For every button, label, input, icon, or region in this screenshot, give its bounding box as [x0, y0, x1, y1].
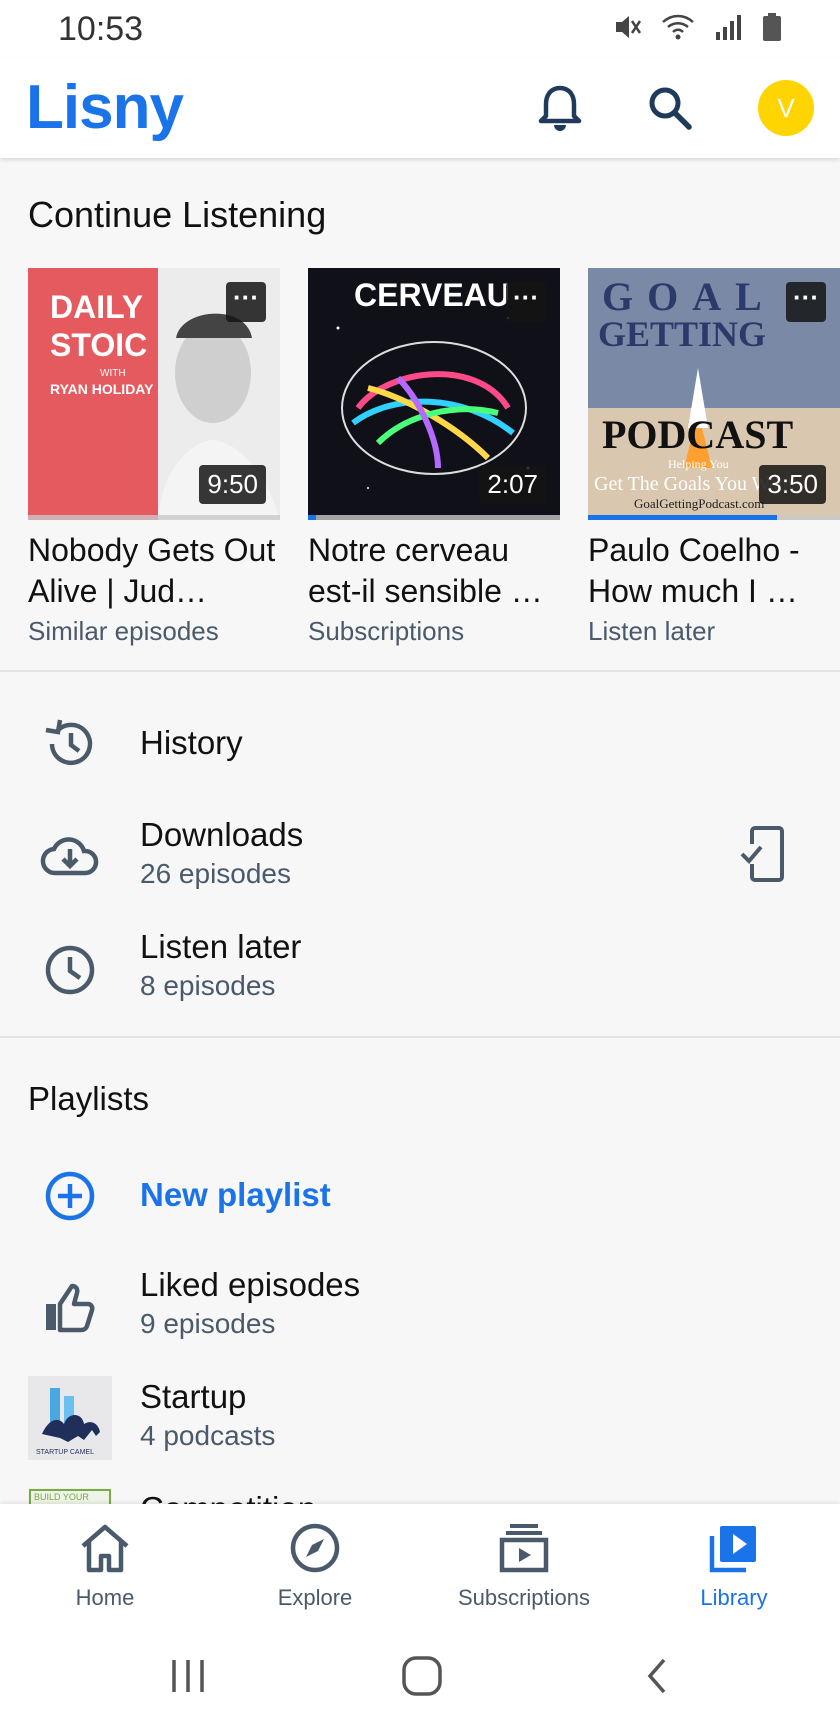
nav-subscriptions[interactable]: Subscriptions [424, 1522, 624, 1611]
nav-label: Home [75, 1585, 135, 1610]
art-text: RYAN HOLIDAY [50, 381, 154, 397]
continue-listening-carousel[interactable]: DAILY STOIC WITH RYAN HOLIDAY ··· 9:50 N… [0, 268, 840, 648]
library-icon [709, 1526, 756, 1573]
app-logo[interactable]: Lisny [26, 72, 184, 143]
episode-source: Listen later [588, 616, 716, 646]
art-text: STOIC [50, 327, 147, 363]
app-header: Lisny V [0, 58, 840, 158]
clock-icon [38, 938, 102, 1002]
cloud-download-icon [38, 826, 102, 890]
notifications-button[interactable] [530, 78, 590, 138]
episode-title: Notre cerveau est-il sensible … [308, 532, 543, 609]
home-circle-icon [402, 1656, 442, 1696]
episode-card[interactable]: CERVEAU ··· 2:07 Notre cerveau est-il se… [308, 268, 560, 647]
episode-source: Similar episodes [28, 616, 219, 646]
divider [0, 1036, 840, 1038]
episode-title: Paulo Coelho - How much I … [588, 532, 800, 609]
device-check-icon [740, 826, 784, 882]
bell-icon [538, 85, 582, 131]
wifi-icon [662, 14, 694, 40]
art-text: PODCAST [602, 412, 793, 457]
battery-icon [763, 13, 781, 41]
nav-explore[interactable]: Explore [215, 1522, 415, 1611]
avatar[interactable]: V [758, 80, 814, 136]
nav-label: Subscriptions [457, 1585, 591, 1610]
new-playlist-row[interactable]: New playlist [0, 1146, 840, 1246]
home-icon [81, 1524, 129, 1573]
thumbs-up-icon [38, 1276, 102, 1340]
new-playlist-label: New playlist [140, 1176, 331, 1213]
status-icons [612, 12, 782, 42]
recent-apps-button[interactable] [168, 1654, 208, 1698]
episode-artwork: CERVEAU ··· 2:07 [308, 268, 560, 520]
listen-later-row[interactable]: Listen later 8 episodes [0, 918, 840, 1018]
more-options-button[interactable]: ··· [226, 282, 266, 322]
device-sync-button[interactable] [738, 824, 794, 884]
signal-icon [716, 15, 741, 40]
recent-apps-icon [172, 1660, 204, 1692]
art-text: BUILD YOUR [34, 1492, 89, 1502]
history-label: History [140, 724, 243, 761]
progress-bar [588, 515, 840, 520]
nav-label: Explore [277, 1585, 353, 1610]
art-text: GoalGettingPodcast.com [634, 496, 764, 511]
subscriptions-icon [499, 1524, 549, 1573]
episode-artwork: DAILY STOIC WITH RYAN HOLIDAY ··· 9:50 [28, 268, 280, 520]
episode-title: Nobody Gets Out Alive | Jud… [28, 532, 276, 609]
history-row[interactable]: History [0, 694, 840, 794]
nav-home[interactable]: Home [5, 1522, 205, 1611]
playlist-startup-row[interactable]: STARTUP CAMEL Startup 4 podcasts [0, 1368, 840, 1468]
listen-later-label: Listen later [140, 928, 302, 965]
progress-bar [308, 515, 560, 520]
duration-badge: 3:50 [759, 465, 826, 504]
listen-later-count: 8 episodes [140, 970, 276, 1001]
more-options-button[interactable]: ··· [786, 282, 826, 322]
art-text: STARTUP CAMEL [36, 1449, 94, 1456]
search-icon [649, 87, 692, 130]
search-button[interactable] [640, 78, 700, 138]
more-options-button[interactable]: ··· [506, 282, 546, 322]
liked-episodes-row[interactable]: Liked episodes 9 episodes [0, 1256, 840, 1356]
playlist-count: 9 episodes [140, 1308, 276, 1339]
progress-bar [28, 515, 280, 520]
duration-badge: 2:07 [479, 465, 546, 504]
back-button[interactable] [640, 1654, 676, 1698]
system-nav-bar [0, 1624, 840, 1728]
art-text: WITH [100, 368, 126, 379]
art-text: GETTING [598, 314, 766, 354]
playlist-label: Startup [140, 1378, 247, 1415]
downloads-row[interactable]: Downloads 26 episodes [0, 806, 840, 906]
history-icon [38, 712, 102, 776]
mute-icon [616, 16, 642, 38]
playlist-label: Liked episodes [140, 1266, 361, 1303]
playlist-artwork: STARTUP CAMEL [28, 1376, 112, 1460]
downloads-count: 26 episodes [140, 858, 292, 889]
status-bar: 10:53 [0, 0, 840, 58]
episode-artwork: GOAL GETTING PODCAST Helping You Get The… [588, 268, 840, 520]
duration-badge: 9:50 [199, 465, 266, 504]
episode-source: Subscriptions [308, 616, 465, 646]
art-text: GOAL [602, 274, 776, 319]
back-chevron-icon [647, 1658, 666, 1694]
art-text: CERVEAU [354, 277, 510, 313]
bottom-nav: Home Explore Subscriptions Library [0, 1504, 840, 1624]
add-circle-icon [38, 1164, 102, 1228]
playlists-title: Playlists [28, 1080, 150, 1117]
episode-card[interactable]: DAILY STOIC WITH RYAN HOLIDAY ··· 9:50 N… [28, 268, 280, 647]
episode-card[interactable]: GOAL GETTING PODCAST Helping You Get The… [588, 268, 840, 647]
divider [0, 670, 840, 672]
continue-listening-title: Continue Listening [28, 194, 327, 235]
downloads-label: Downloads [140, 816, 304, 853]
nav-label: Library [700, 1585, 768, 1610]
status-time: 10:53 [58, 10, 144, 48]
art-text: DAILY [50, 289, 143, 325]
art-text: Helping You [668, 457, 729, 471]
nav-library[interactable]: Library [634, 1522, 834, 1611]
home-system-button[interactable] [400, 1654, 444, 1698]
playlist-count: 4 podcasts [140, 1420, 276, 1451]
compass-icon [290, 1523, 340, 1573]
